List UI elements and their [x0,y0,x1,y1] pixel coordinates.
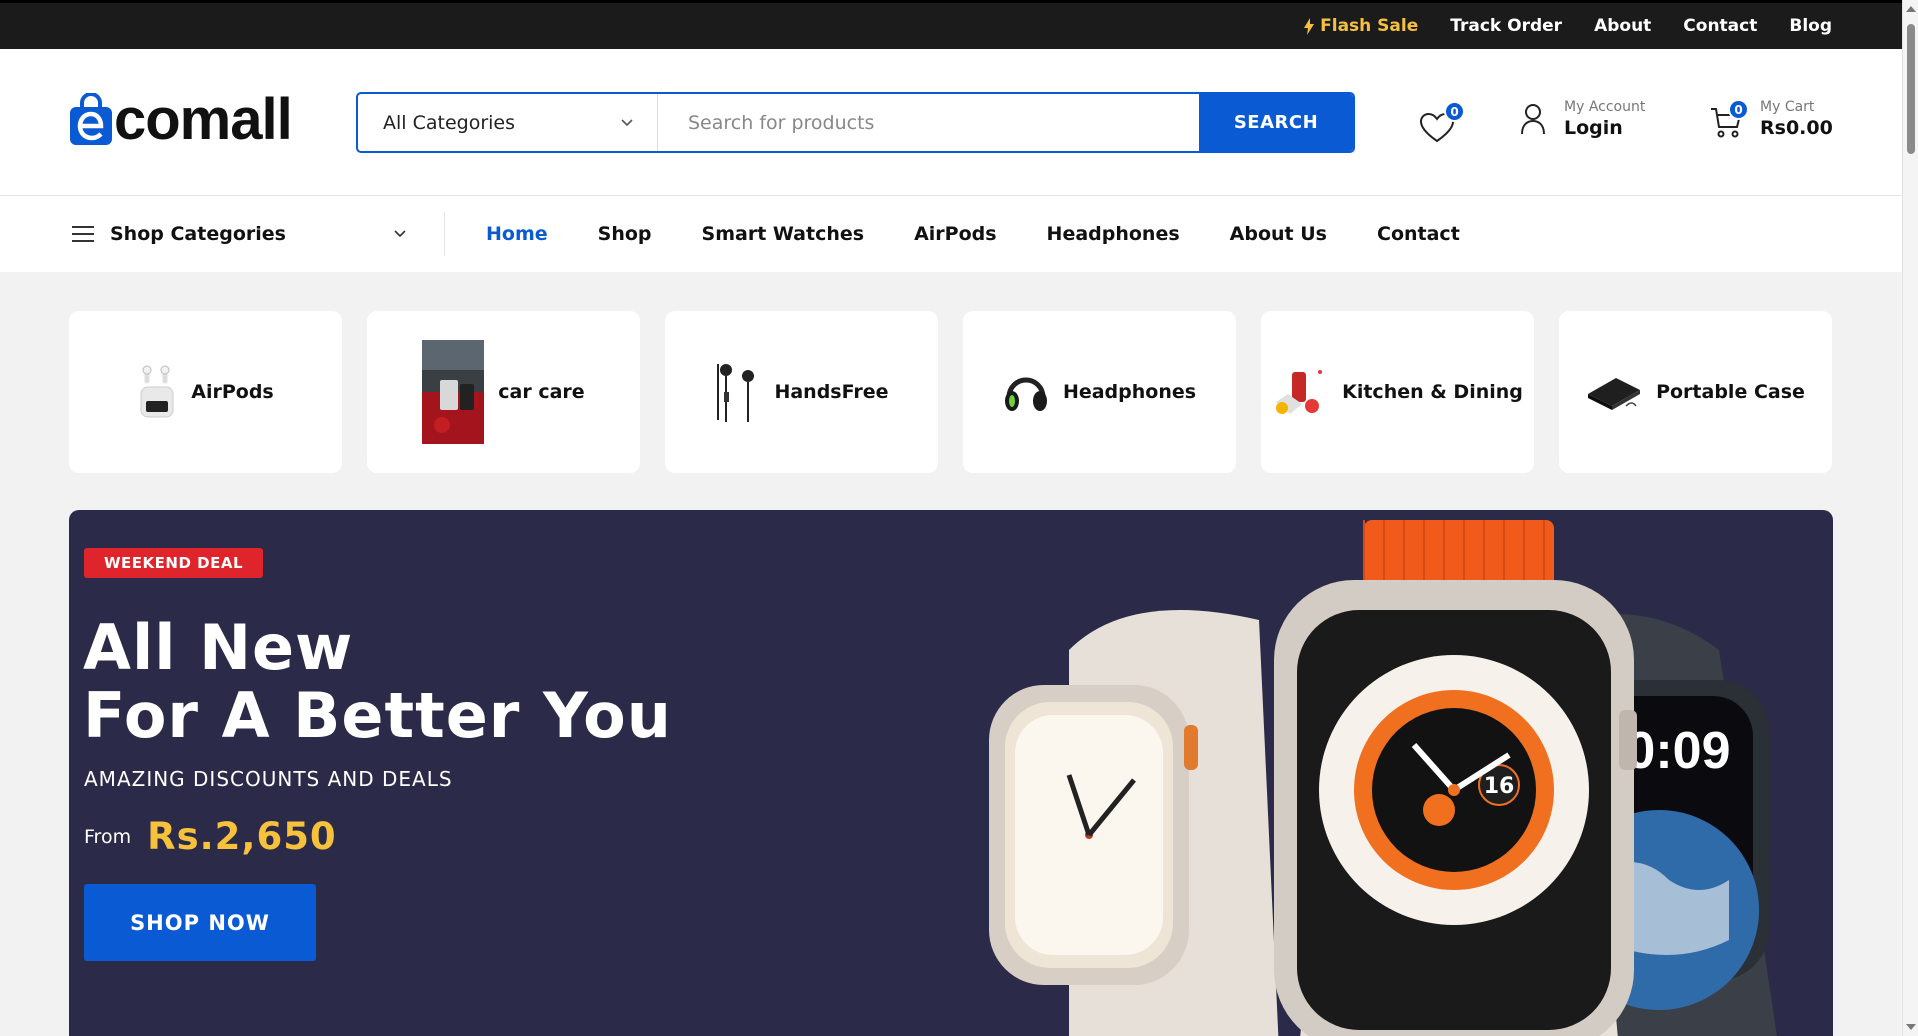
from-label: From [84,825,132,848]
wishlist-count-badge: 0 [1444,101,1465,122]
main-nav: Shop Categories Home Shop Smart Watches … [0,196,1902,272]
page: Flash Sale Track Order About Contact Blo… [0,0,1918,1036]
cart-small-label: My Cart [1760,99,1815,115]
hero-subtitle: AMAZING DISCOUNTS AND DEALS [84,767,453,791]
nav-item-airpods[interactable]: AirPods [914,223,996,245]
search-input[interactable] [658,94,1199,151]
search-button[interactable]: SEARCH [1199,94,1353,151]
logo-text: comall [114,87,293,152]
watch-dial-number: 16 [1484,774,1515,799]
chevron-down-icon [621,118,633,126]
account-link[interactable]: My Account Login [1520,99,1645,139]
page-scrollbar[interactable] [1902,0,1918,1036]
nav-item-about-us[interactable]: About Us [1230,223,1327,245]
cart-count-badge: 0 [1728,99,1749,120]
scroll-down-arrow-icon[interactable] [1906,1024,1916,1030]
category-label: HandsFree [774,380,889,403]
cart-total: Rs0.00 [1760,117,1833,139]
cart-link[interactable]: 0 My Cart Rs0.00 [1710,99,1833,139]
nav-item-headphones[interactable]: Headphones [1047,223,1180,245]
category-label: Headphones [1062,380,1197,403]
site-logo[interactable]: comall [68,87,293,152]
login-label: Login [1564,117,1623,139]
car-care-thumb [422,340,485,444]
nav-item-smart-watches[interactable]: Smart Watches [702,223,865,245]
wishlist-button[interactable]: 0 [1420,101,1465,145]
category-label: car care [498,380,585,403]
nav-divider [444,212,445,256]
category-card-kitchen-dining[interactable]: Kitchen & Dining [1261,311,1534,473]
hero-price-row: From Rs.2,650 [84,815,337,858]
cart-icon-wrap: 0 [1710,99,1749,139]
category-label: Kitchen & Dining [1342,380,1523,403]
category-select-value: All Categories [383,111,516,134]
category-card-headphones[interactable]: Headphones [963,311,1236,473]
hero-price: Rs.2,650 [147,815,337,858]
category-cards: AirPods car care HandsFree Headphones Ki… [69,311,1833,473]
header: comall All Categories SEARCH 0 My Accoun… [0,49,1902,196]
category-card-portable-case[interactable]: Portable Case [1559,311,1832,473]
weekend-deal-badge: WEEKEND DEAL [84,548,264,578]
portable-case-thumb [1588,378,1641,410]
nav-item-contact[interactable]: Contact [1377,223,1460,245]
account-small-label: My Account [1564,99,1646,115]
nav-item-shop[interactable]: Shop [598,223,652,245]
airpods-thumb [140,365,174,418]
category-select[interactable]: All Categories [358,94,658,151]
shop-categories-label: Shop Categories [110,223,286,245]
top-bar: Flash Sale Track Order About Contact Blo… [0,0,1902,49]
scrollbar-thumb[interactable] [1907,24,1915,154]
hamburger-icon [72,226,94,242]
category-card-airpods[interactable]: AirPods [69,311,342,473]
scroll-up-arrow-icon[interactable] [1906,6,1916,12]
headphones-thumb [1004,377,1047,411]
category-card-car-care[interactable]: car care [367,311,640,473]
flash-sale-label: Flash Sale [1320,16,1419,36]
category-card-handsfree[interactable]: HandsFree [665,311,938,473]
category-label: AirPods [191,380,274,403]
shopping-bag-logo-icon [70,93,112,145]
kitchen-thumb [1276,370,1323,414]
search-bar: All Categories SEARCH [356,92,1355,153]
hero-banner: WEEKEND DEAL All New For A Better You AM… [69,510,1833,1036]
about-top-link[interactable]: About [1594,16,1651,36]
chevron-down-icon [394,230,406,238]
earphones-thumb [717,364,755,422]
shop-categories-toggle[interactable]: Shop Categories [72,196,444,272]
nav-menu: Home Shop Smart Watches AirPods Headphon… [486,196,1460,272]
shop-now-button[interactable]: SHOP NOW [84,884,316,961]
hero-title-line1: All New [83,611,354,684]
category-label: Portable Case [1656,380,1805,403]
hero-title: All New For A Better You [83,614,672,750]
top-links: Flash Sale Track Order About Contact Blo… [1304,3,1832,49]
user-icon [1521,104,1545,135]
nav-item-home[interactable]: Home [486,223,548,245]
hero-title-line2: For A Better You [83,679,672,752]
track-order-link[interactable]: Track Order [1450,16,1562,36]
blog-link[interactable]: Blog [1789,16,1832,36]
flash-sale-link[interactable]: Flash Sale [1304,16,1418,36]
contact-top-link[interactable]: Contact [1683,16,1757,36]
lightning-icon [1304,17,1315,35]
smart-watches-image: 10:09 16 [989,520,1777,1036]
